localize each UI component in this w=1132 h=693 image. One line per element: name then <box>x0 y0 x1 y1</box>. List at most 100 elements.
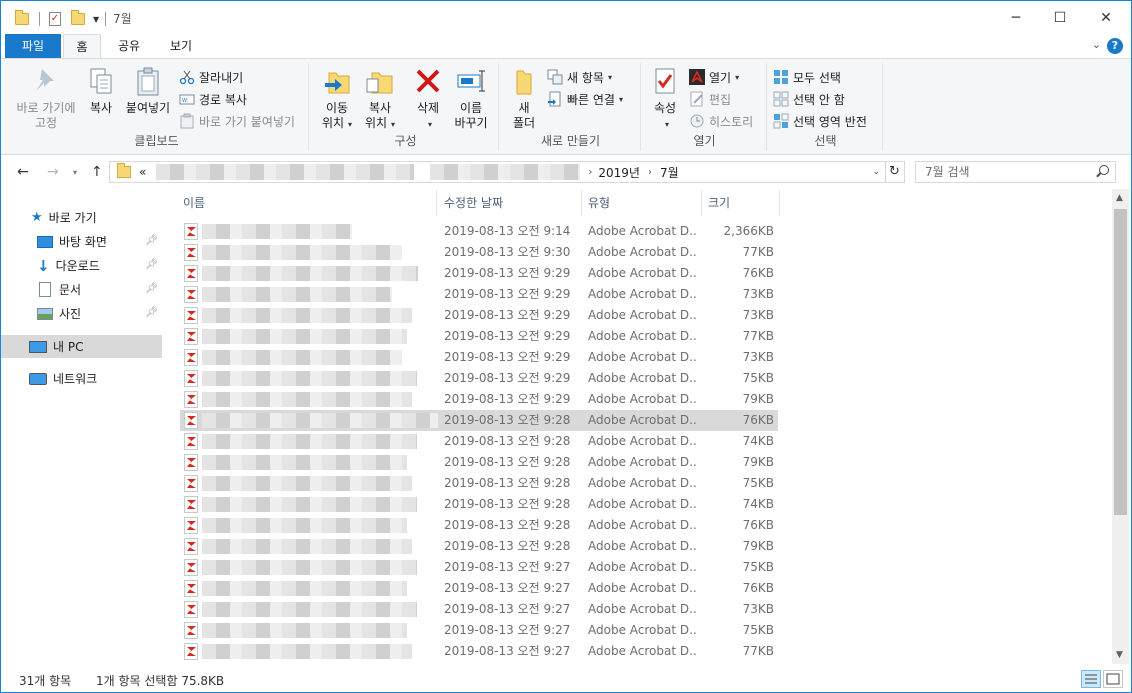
nav-documents[interactable]: 문서 📌︎ <box>1 278 162 301</box>
details-view-icon[interactable] <box>1081 670 1101 688</box>
address-overflow[interactable]: « <box>139 165 146 179</box>
vertical-scrollbar[interactable]: ▲ ▼ <box>1112 189 1129 664</box>
cut-button[interactable]: 잘라내기 <box>179 67 243 87</box>
column-header-size[interactable]: 크기 <box>702 190 780 216</box>
table-row[interactable]: 2019-08-13 오전 9:27 Adobe Acrobat D... 76KB <box>180 578 778 599</box>
up-arrow-icon[interactable]: ↑ <box>91 164 103 180</box>
copy-path-button[interactable]: W: 경로 복사 <box>179 89 247 109</box>
table-row[interactable]: 2019-08-13 오전 9:28 Adobe Acrobat D... 79KB <box>180 452 778 473</box>
cell-size: 77KB <box>742 245 774 259</box>
nav-downloads[interactable]: ↓ 다운로드 📌︎ <box>1 254 162 277</box>
open-button[interactable]: 열기 ▾ <box>689 67 739 87</box>
select-none-button[interactable]: 선택 안 함 <box>773 89 845 109</box>
tab-file[interactable]: 파일 <box>5 34 61 58</box>
tab-view[interactable]: 보기 <box>159 34 203 58</box>
paste-shortcut-icon <box>179 113 195 129</box>
table-row[interactable]: 2019-08-13 오전 9:29 Adobe Acrobat D... 73KB <box>180 305 778 326</box>
edit-button[interactable]: 편집 <box>689 89 731 109</box>
table-row[interactable]: 2019-08-13 오전 9:30 Adobe Acrobat D... 77KB <box>180 242 778 263</box>
breadcrumb-year[interactable]: 2019년 <box>598 164 640 181</box>
table-row[interactable]: 2019-08-13 오전 9:29 Adobe Acrobat D... 75KB <box>180 368 778 389</box>
refresh-icon[interactable]: ↻ <box>885 161 905 183</box>
table-row[interactable]: 2019-08-13 오전 9:27 Adobe Acrobat D... 75KB <box>180 620 778 641</box>
new-folder-icon[interactable] <box>71 10 85 25</box>
select-all-button[interactable]: 모두 선택 <box>773 67 841 87</box>
nav-this-pc[interactable]: 내 PC <box>1 335 162 358</box>
table-row[interactable]: 2019-08-13 오전 9:28 Adobe Acrobat D... 76KB <box>180 515 778 536</box>
delete-button[interactable]: 삭제 ▾ <box>411 65 445 132</box>
pin-icon[interactable]: 📌︎ <box>145 259 158 270</box>
invert-selection-button[interactable]: 선택 영역 반전 <box>773 111 867 131</box>
cell-date: 2019-08-13 오전 9:28 <box>444 497 571 511</box>
recent-locations-icon[interactable]: ▾ <box>73 168 77 177</box>
svg-text:W:: W: <box>182 98 189 104</box>
group-label-clipboard: 클립보드 <box>134 134 179 148</box>
pin-quick-access-button[interactable]: 바로 가기에 고정 <box>11 65 81 131</box>
cell-date: 2019-08-13 오전 9:29 <box>444 392 571 406</box>
redacted-file-name <box>202 308 412 323</box>
chevron-down-icon[interactable]: ⌄ <box>872 167 880 177</box>
open-label: 열기 <box>709 70 732 85</box>
breadcrumb-month[interactable]: 7월 <box>660 164 679 181</box>
cell-type: Adobe Acrobat D... <box>588 287 698 301</box>
table-row[interactable]: 2019-08-13 오전 9:27 Adobe Acrobat D... 75KB <box>180 557 778 578</box>
maximize-button[interactable]: ☐ <box>1037 1 1083 34</box>
nav-pictures[interactable]: 사진 📌︎ <box>1 302 162 325</box>
table-row[interactable]: 2019-08-13 오전 9:14 Adobe Acrobat D... 2,36… <box>180 221 778 242</box>
column-header-date[interactable]: 수정한 날짜 <box>438 190 582 216</box>
rename-button[interactable]: 이름 바꾸기 <box>451 65 491 131</box>
desktop-icon <box>37 235 53 248</box>
scroll-down-icon[interactable]: ▼ <box>1116 650 1123 660</box>
scroll-up-icon[interactable]: ▲ <box>1116 193 1123 203</box>
pdf-file-icon <box>184 286 198 303</box>
search-input[interactable]: 7월 검색 <box>915 161 1116 183</box>
column-header-name[interactable]: 이름 <box>177 190 437 216</box>
paste-shortcut-button[interactable]: 바로 가기 붙여넣기 <box>179 111 295 131</box>
properties-button[interactable]: 속성 ▾ <box>647 65 683 132</box>
pin-icon[interactable]: 📌︎ <box>145 235 158 246</box>
table-row[interactable]: 2019-08-13 오전 9:29 Adobe Acrobat D... 79KB <box>180 389 778 410</box>
table-row[interactable]: 2019-08-13 오전 9:28 Adobe Acrobat D... 79KB <box>180 536 778 557</box>
help-icon[interactable]: ? <box>1107 38 1123 54</box>
table-row[interactable]: 2019-08-13 오전 9:28 Adobe Acrobat D... 74KB <box>180 494 778 515</box>
scrollbar-thumb[interactable] <box>1114 209 1127 515</box>
new-item-button[interactable]: 새 항목 ▾ <box>547 67 612 87</box>
back-arrow-icon[interactable]: ← <box>17 164 29 180</box>
table-row[interactable]: 2019-08-13 오전 9:29 Adobe Acrobat D... 73KB <box>180 284 778 305</box>
nav-desktop[interactable]: 바탕 화면 📌︎ <box>1 230 162 253</box>
table-row[interactable]: 2019-08-13 오전 9:29 Adobe Acrobat D... 77KB <box>180 326 778 347</box>
tab-home[interactable]: 홈 <box>63 34 101 59</box>
forward-arrow-icon[interactable]: → <box>47 164 59 180</box>
address-bar[interactable]: « › 2019년 › 7월 ⌄ <box>109 161 886 183</box>
large-icons-view-icon[interactable] <box>1103 670 1123 688</box>
nav-quick-access[interactable]: ★ 바로 가기 <box>1 206 162 229</box>
quick-access-toolbar: ✓ ▼ <box>15 10 107 28</box>
table-row[interactable]: 2019-08-13 오전 9:27 Adobe Acrobat D... 73KB <box>180 599 778 620</box>
close-button[interactable]: ✕ <box>1083 1 1129 34</box>
nav-network[interactable]: 네트워크 <box>1 367 162 390</box>
new-folder-button[interactable]: 새 폴더 <box>507 65 541 131</box>
history-button[interactable]: 히스토리 <box>689 111 753 131</box>
properties-check-icon[interactable]: ✓ <box>49 12 61 26</box>
group-label-new: 새로 만들기 <box>540 134 600 148</box>
cell-date: 2019-08-13 오전 9:29 <box>444 287 571 301</box>
copy-to-button[interactable]: 복사 위치 ▾ <box>359 65 401 132</box>
tab-share[interactable]: 공유 <box>107 34 151 58</box>
table-row[interactable]: 2019-08-13 오전 9:29 Adobe Acrobat D... 76KB <box>180 263 778 284</box>
pin-icon[interactable]: 📌︎ <box>145 283 158 294</box>
chevron-down-icon[interactable]: ⌄ <box>1092 38 1101 51</box>
cell-type: Adobe Acrobat D... <box>588 476 698 490</box>
easy-access-button[interactable]: 빠른 연결 ▾ <box>547 89 623 109</box>
paste-button[interactable]: 붙여넣기 <box>121 65 175 116</box>
column-header-type[interactable]: 유형 <box>582 190 702 216</box>
table-row[interactable]: 2019-08-13 오전 9:27 Adobe Acrobat D... 77KB <box>180 641 778 662</box>
move-to-button[interactable]: 이동 위치 ▾ <box>317 65 357 132</box>
pin-icon[interactable]: 📌︎ <box>145 307 158 318</box>
table-row[interactable]: 2019-08-13 오전 9:28 Adobe Acrobat D... 75KB <box>180 473 778 494</box>
table-row[interactable]: 2019-08-13 오전 9:28 Adobe Acrobat D... 76KB <box>180 410 778 431</box>
customize-toolbar-icon[interactable]: ▼ <box>93 15 99 24</box>
minimize-button[interactable]: ─ <box>993 1 1039 34</box>
table-row[interactable]: 2019-08-13 오전 9:29 Adobe Acrobat D... 73KB <box>180 347 778 368</box>
copy-button[interactable]: 복사 <box>83 65 119 116</box>
table-row[interactable]: 2019-08-13 오전 9:28 Adobe Acrobat D... 74KB <box>180 431 778 452</box>
